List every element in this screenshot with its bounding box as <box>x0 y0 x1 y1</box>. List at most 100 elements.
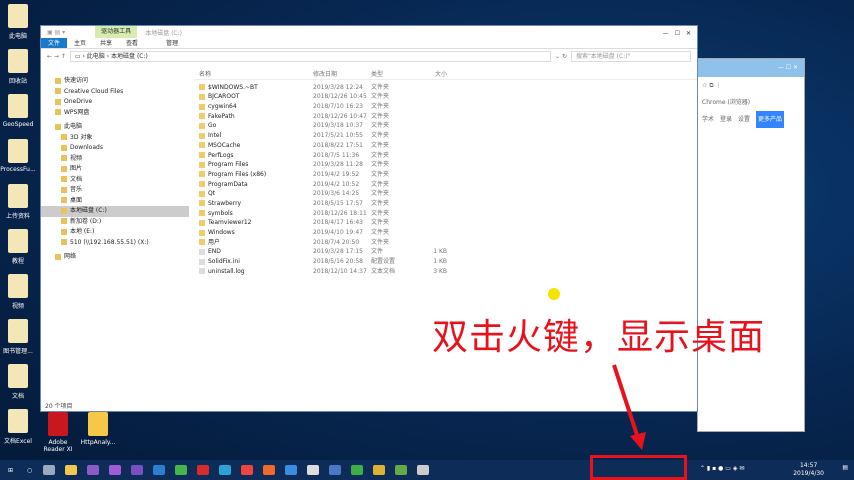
taskbar-app-icon[interactable] <box>43 465 56 475</box>
table-row[interactable]: ProgramData 2019/4/2 10:52 文件夹 <box>195 180 697 190</box>
chrome-window[interactable]: — ☐ ✕ ☆ ⧉ ⋮ Chrome (浏览器) 学术 登录 设置 更多产品 <box>697 58 805 432</box>
start-button[interactable]: ⊞ <box>8 467 13 474</box>
taskbar-app-icon[interactable] <box>197 465 210 475</box>
desktop-icon[interactable]: 视频 <box>0 274 38 310</box>
nav-item[interactable]: OneDrive <box>41 97 189 108</box>
chrome-bookmark[interactable]: Chrome (浏览器) <box>698 94 804 111</box>
taskbar-app-icon[interactable] <box>263 465 276 475</box>
desktop-icon[interactable]: 回收站 <box>0 49 38 85</box>
nav-item[interactable]: 新加卷 (D:) <box>41 217 189 228</box>
taskbar-app-icon[interactable] <box>87 465 100 475</box>
breadcrumb-this-pc[interactable]: 此电脑 <box>87 53 105 60</box>
table-row[interactable]: Go 2019/3/18 10:37 文件夹 <box>195 121 697 131</box>
address-bar[interactable]: ▭ › 此电脑 › 本地磁盘 (C:) <box>69 50 552 62</box>
chrome-titlebar[interactable]: — ☐ ✕ <box>698 59 804 77</box>
taskbar-app-icon[interactable] <box>351 465 364 475</box>
taskbar-app-icon[interactable] <box>131 465 144 475</box>
nav-item[interactable]: 3D 对象 <box>41 133 189 144</box>
title-bar[interactable]: ▣ ▤ ▾ 驱动器工具 本地磁盘 (C:) — ☐ ✕ <box>41 26 697 38</box>
table-row[interactable]: BJCAROOT 2018/12/26 10:45 文件夹 <box>195 92 697 102</box>
table-row[interactable]: Qt 2019/3/6 14:25 文件夹 <box>195 189 697 199</box>
nav-item[interactable]: 桌面 <box>41 196 189 207</box>
table-row[interactable]: symbols 2018/12/26 18:11 文件夹 <box>195 209 697 219</box>
taskbar-app-icon[interactable] <box>307 465 320 475</box>
taskbar-app-icon[interactable] <box>285 465 298 475</box>
search-input[interactable]: 搜索"本地磁盘 (C:)" <box>571 50 691 62</box>
taskbar-app-icon[interactable] <box>153 465 166 475</box>
table-row[interactable]: uninstall.log 2018/12/10 14:37 文本文档 3 KB <box>195 267 697 277</box>
desktop-icon[interactable]: 文档 <box>0 364 38 400</box>
tab-manage[interactable]: 管理 <box>159 38 185 48</box>
table-row[interactable]: Intel 2017/5/21 10:55 文件夹 <box>195 131 697 141</box>
file-name-text: Program Files <box>208 161 249 169</box>
link-academic[interactable]: 学术 <box>702 111 714 128</box>
taskbar-app-icon[interactable] <box>219 465 232 475</box>
taskbar-app-icon[interactable] <box>329 465 342 475</box>
table-row[interactable]: cygwin64 2018/7/10 16:23 文件夹 <box>195 102 697 112</box>
nav-item[interactable]: Downloads <box>41 143 189 154</box>
col-type[interactable]: 类型 <box>371 70 417 79</box>
tab-share[interactable]: 共享 <box>93 38 119 48</box>
nav-arrows[interactable]: ← → ↑ <box>47 53 66 60</box>
context-tab[interactable]: 驱动器工具 <box>95 26 138 38</box>
refresh-icon[interactable]: ⌄ ↻ <box>555 53 567 60</box>
col-size[interactable]: 大小 <box>417 70 447 79</box>
taskbar-app-icon[interactable] <box>241 465 254 475</box>
desktop-icon[interactable]: 图书管理... <box>0 319 38 355</box>
more-products-button[interactable]: 更多产品 <box>756 111 785 128</box>
link-settings[interactable]: 设置 <box>738 111 750 128</box>
table-row[interactable]: SolidFix.ini 2018/5/16 20:58 配置设置 1 KB <box>195 257 697 267</box>
table-row[interactable]: Program Files 2019/3/28 11:28 文件夹 <box>195 160 697 170</box>
col-date[interactable]: 修改日期 <box>313 70 371 79</box>
clock[interactable]: 14:57 2019/4/30 <box>793 462 824 478</box>
taskbar-app-icon[interactable] <box>109 465 122 475</box>
nav-item[interactable]: WPS网盘 <box>41 108 189 119</box>
table-row[interactable]: Teamviewer12 2018/4/17 16:43 文件夹 <box>195 218 697 228</box>
taskbar-app-icon[interactable] <box>417 465 430 475</box>
nav-item[interactable]: 本地磁盘 (C:) <box>41 206 189 217</box>
notification-icon[interactable]: ▤ <box>842 464 848 471</box>
nav-item[interactable]: 510 (\\192.168.55.51) (X:) <box>41 238 189 249</box>
file-name: FakePath <box>195 112 313 122</box>
nav-item[interactable]: 本地 (E:) <box>41 227 189 238</box>
quick-access-toolbar[interactable]: ▣ ▤ ▾ <box>47 29 65 36</box>
desktop-icon[interactable]: 文档Excel <box>0 409 38 445</box>
nav-item[interactable]: 音乐 <box>41 185 189 196</box>
search-icon[interactable]: ○ <box>27 467 32 474</box>
desktop-icon[interactable]: 此电脑 <box>0 4 38 40</box>
table-row[interactable]: FakePath 2018/12/26 10:47 文件夹 <box>195 112 697 122</box>
nav-item[interactable]: 图片 <box>41 164 189 175</box>
table-row[interactable]: Program Files (x86) 2019/4/2 19:52 文件夹 <box>195 170 697 180</box>
taskbar-app-icon[interactable] <box>65 465 78 475</box>
breadcrumb-c-drive[interactable]: 本地磁盘 (C:) <box>111 53 148 60</box>
nav-item[interactable]: 此电脑 <box>41 122 189 133</box>
table-row[interactable]: 用户 2018/7/4 20:50 文件夹 <box>195 238 697 248</box>
tab-file[interactable]: 文件 <box>41 38 68 48</box>
desktop-icon[interactable]: 上传资料 <box>0 184 38 220</box>
desktop-icon[interactable]: 教程 <box>0 229 38 265</box>
nav-item[interactable]: 视频 <box>41 154 189 165</box>
col-name[interactable]: 名称 <box>195 70 313 79</box>
desktop-icon[interactable]: Adobe Reader XI <box>38 412 78 453</box>
table-row[interactable]: END 2019/3/28 17:15 文件 1 KB <box>195 247 697 257</box>
link-login[interactable]: 登录 <box>720 111 732 128</box>
desktop-icon[interactable]: ProcessFu... <box>0 139 38 173</box>
nav-item[interactable]: Creative Cloud Files <box>41 87 189 98</box>
taskbar-app-icon[interactable] <box>175 465 188 475</box>
nav-item[interactable]: 快速访问 <box>41 76 189 87</box>
tab-home[interactable]: 主页 <box>67 38 93 48</box>
tab-view[interactable]: 查看 <box>119 38 145 48</box>
nav-item[interactable]: 网络 <box>41 252 189 263</box>
taskbar-app-icon[interactable] <box>395 465 408 475</box>
window-controls[interactable]: — ☐ ✕ <box>663 28 697 37</box>
table-row[interactable]: Strawberry 2018/5/15 17:57 文件夹 <box>195 199 697 209</box>
taskbar-app-icon[interactable] <box>373 465 386 475</box>
desktop-icon[interactable]: HttpAnaly... <box>78 412 118 446</box>
table-row[interactable]: PerfLogs 2018/7/5 11:36 文件夹 <box>195 151 697 161</box>
table-row[interactable]: $WINDOWS.~BT 2019/3/28 12:24 文件夹 <box>195 83 697 93</box>
desktop-icon[interactable]: GeoSpeed <box>0 94 38 128</box>
tray-icons[interactable]: ⌃ ▮ ▪ ● ▭ ◈ ✉ <box>700 465 744 472</box>
nav-item[interactable]: 文档 <box>41 175 189 186</box>
table-row[interactable]: MSOCache 2018/8/22 17:51 文件夹 <box>195 141 697 151</box>
table-row[interactable]: Windows 2019/4/10 19:47 文件夹 <box>195 228 697 238</box>
